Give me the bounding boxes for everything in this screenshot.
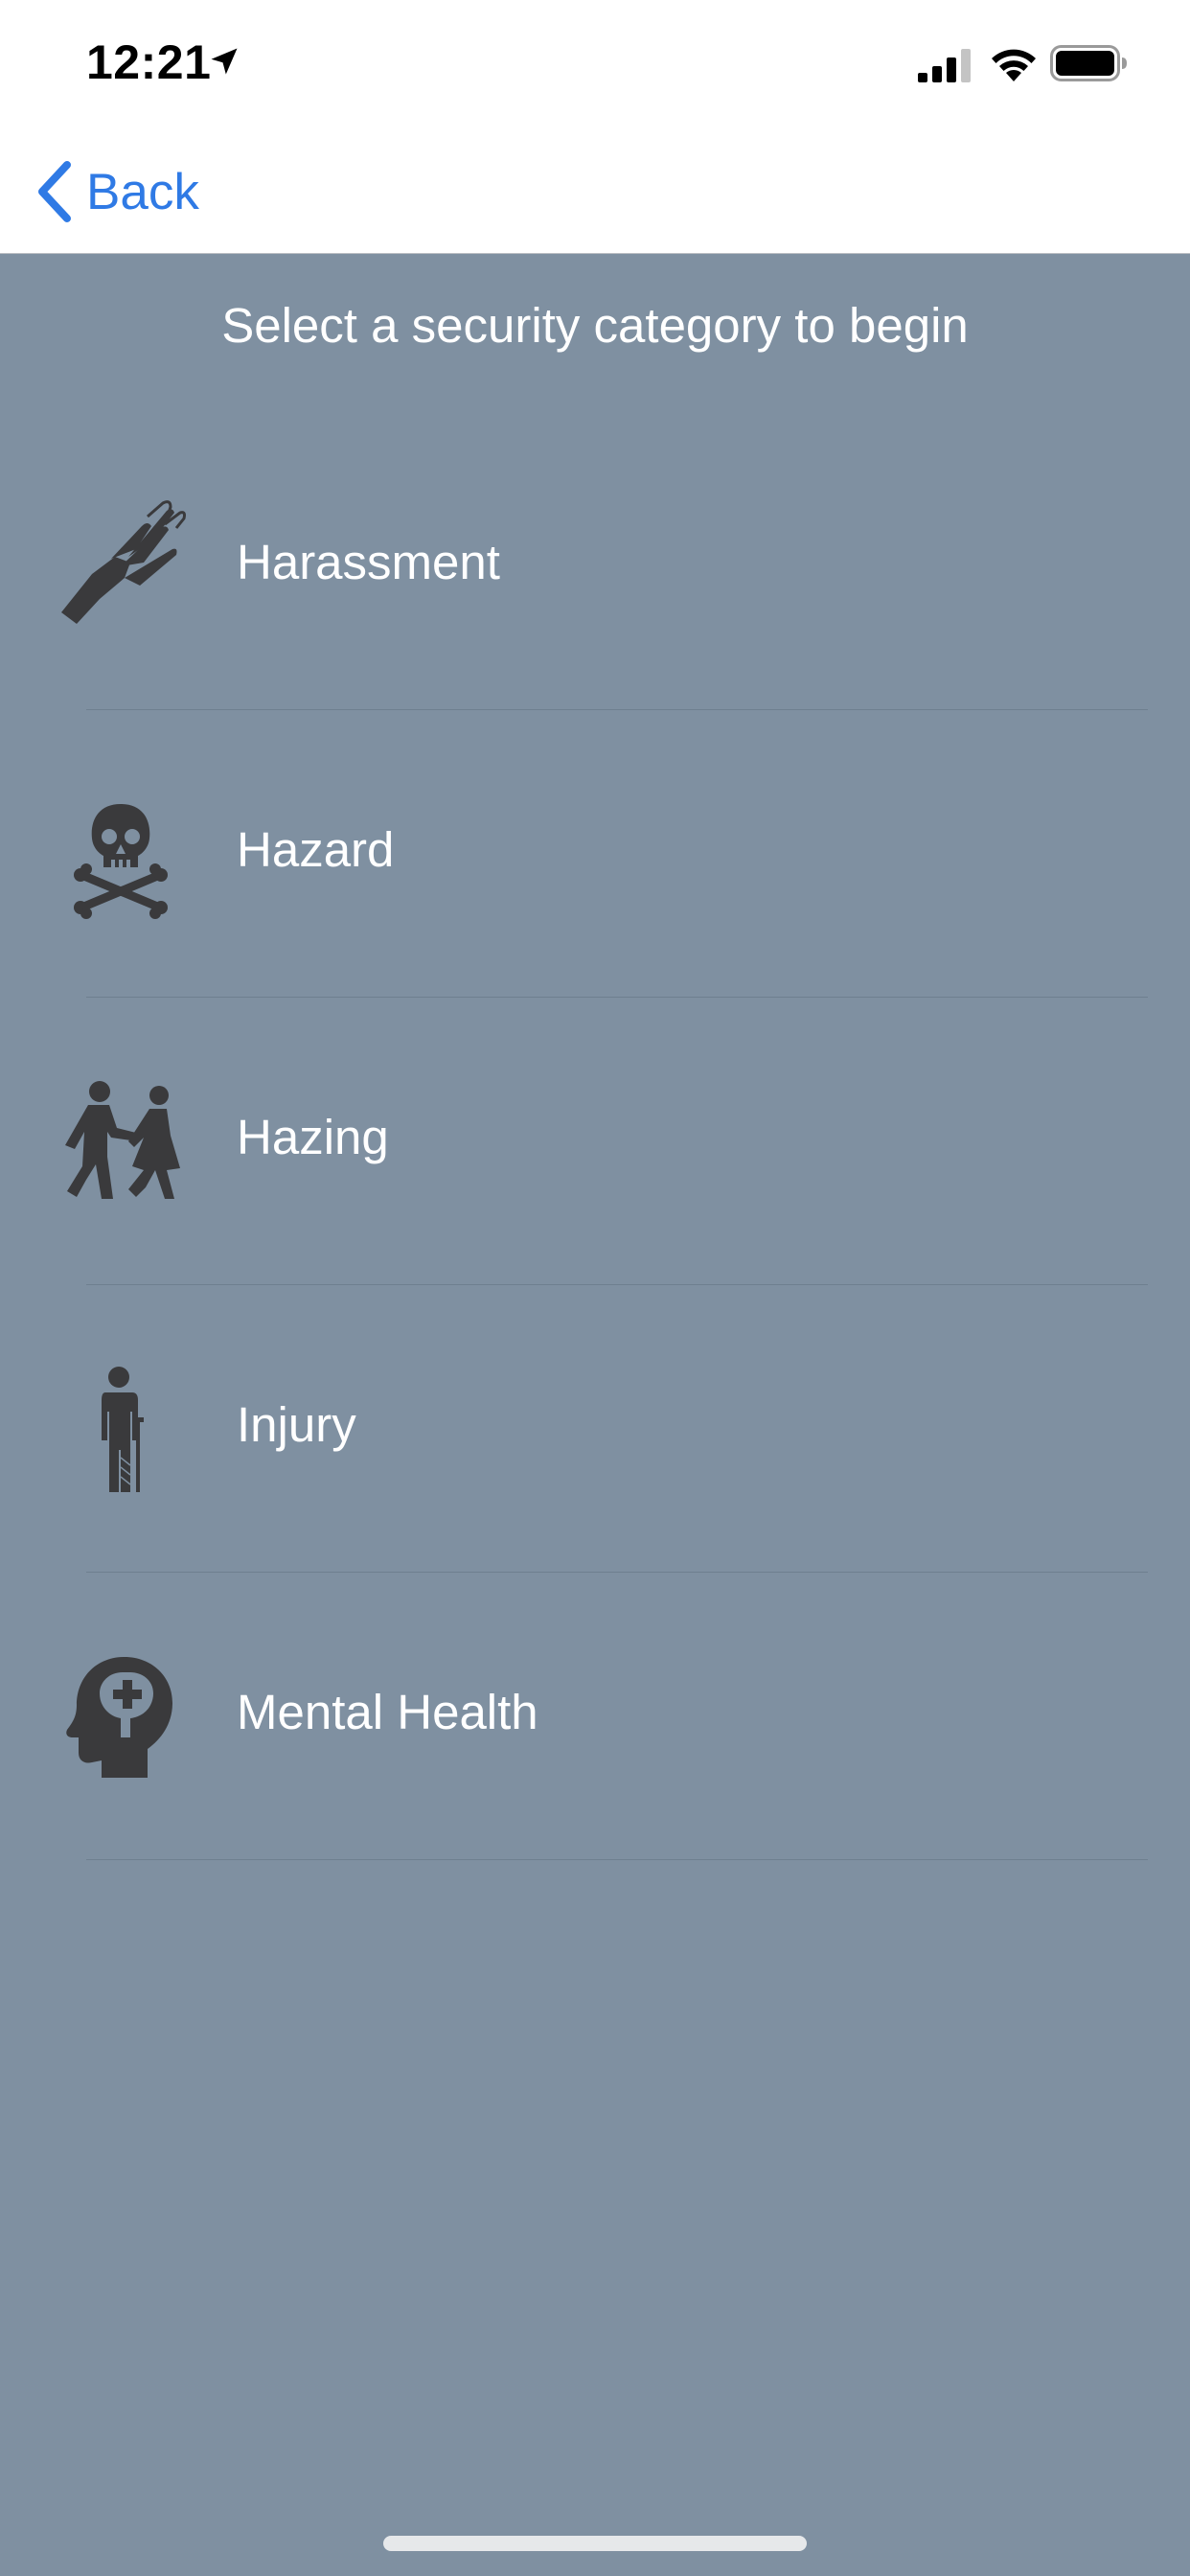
category-list: Harassment Hazard Hazing Injury Mental H… — [0, 423, 1190, 1860]
home-indicator[interactable] — [383, 2536, 807, 2551]
page-prompt: Select a security category to begin — [221, 298, 969, 353]
category-row-hazing[interactable]: Hazing — [0, 998, 1190, 1285]
status-bar: 12:21 — [0, 0, 1190, 126]
category-row-harassment[interactable]: Harassment — [0, 423, 1190, 710]
navigation-bar: Back — [0, 126, 1190, 254]
harassment-hand-icon — [61, 500, 186, 624]
status-time: 12:21 — [86, 35, 212, 89]
back-button[interactable]: Back — [33, 155, 199, 228]
skull-crossbones-icon — [74, 804, 168, 919]
chevron-left-icon — [38, 161, 71, 222]
category-label: Hazing — [237, 1110, 389, 1164]
category-label: Harassment — [237, 535, 500, 589]
location-arrow-icon — [211, 48, 238, 75]
hazing-people-icon — [65, 1081, 180, 1199]
wifi-icon — [992, 49, 1036, 81]
category-label: Mental Health — [237, 1685, 538, 1739]
category-row-hazard[interactable]: Hazard — [0, 710, 1190, 998]
cellular-signal-icon — [918, 49, 971, 82]
category-row-mental-health[interactable]: Mental Health — [0, 1573, 1190, 1860]
battery-icon — [1050, 45, 1127, 81]
injured-person-icon — [102, 1367, 144, 1492]
category-label: Hazard — [237, 822, 395, 877]
category-label: Injury — [237, 1397, 356, 1452]
back-label: Back — [86, 163, 199, 220]
mental-health-head-icon — [66, 1657, 172, 1778]
category-row-injury[interactable]: Injury — [0, 1285, 1190, 1573]
